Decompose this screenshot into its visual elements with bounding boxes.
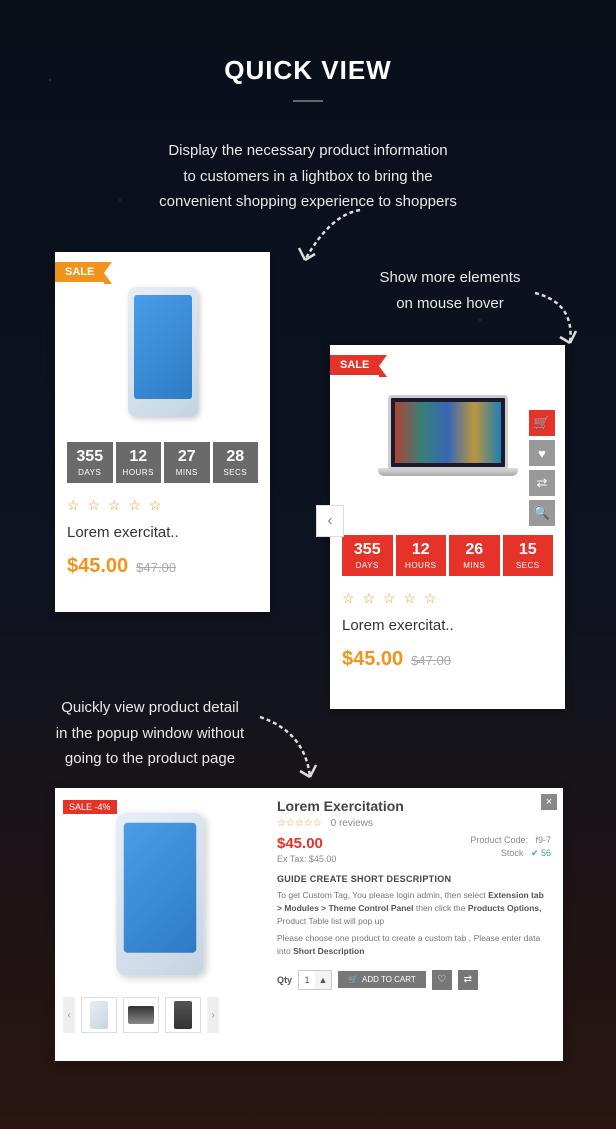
caption-popup: Quickly view product detail in the popup…: [35, 695, 265, 772]
prev-button[interactable]: ‹: [316, 505, 344, 537]
cart-icon[interactable]: 🛒: [529, 410, 555, 436]
wishlist-icon[interactable]: ♥: [529, 440, 555, 466]
sale-badge: SALE: [55, 262, 104, 282]
guide-text-2: Please choose one product to create a cu…: [277, 932, 551, 958]
compare-icon[interactable]: ⇄: [529, 470, 555, 496]
product-image[interactable]: [67, 272, 258, 432]
guide-heading: GUIDE CREATE SHORT DESCRIPTION: [277, 874, 551, 884]
countdown-timer: 355DAYS 12HOURS 26MINS 15SECS: [342, 535, 553, 576]
wishlist-icon[interactable]: ♡: [432, 970, 452, 990]
product-card-2: SALE ‹ 🛒 ♥ ⇄ 🔍 355DAYS 12HOURS 26MINS 15…: [330, 345, 565, 709]
product-meta: Product Code: f9-7 Stock ✔ 56: [470, 835, 551, 862]
thumbnail[interactable]: [165, 997, 201, 1033]
compare-icon[interactable]: ⇄: [458, 970, 478, 990]
sale-badge: SALE -4%: [63, 800, 117, 814]
quickview-icon[interactable]: 🔍: [529, 500, 555, 526]
countdown-timer: 355DAYS 12HOURS 27MINS 28SECS: [67, 442, 258, 483]
thumbnail[interactable]: [123, 997, 159, 1033]
price: $45.00$47.00: [342, 648, 553, 671]
ex-tax: Ex Tax: $45.00: [277, 854, 336, 864]
hover-actions: 🛒 ♥ ⇄ 🔍: [529, 410, 555, 526]
thumbnail-row: ‹ ›: [63, 997, 257, 1033]
qty-label: Qty: [277, 975, 292, 985]
rating-stars: ☆ ☆ ☆ ☆ ☆: [67, 497, 258, 514]
thumbnail[interactable]: [81, 997, 117, 1033]
popup-title: Lorem Exercitation: [277, 798, 551, 814]
product-image[interactable]: [342, 365, 553, 525]
qty-stepper[interactable]: 1▲: [298, 970, 332, 990]
rating-stars: ☆ ☆ ☆ ☆ ☆: [342, 590, 553, 607]
product-card-1: SALE 355DAYS 12HOURS 27MINS 28SECS ☆ ☆ ☆…: [55, 252, 270, 612]
guide-text: To get Custom Tag, You please login admi…: [277, 889, 551, 927]
close-icon[interactable]: ×: [541, 794, 557, 810]
popup-image[interactable]: SALE -4%: [63, 796, 257, 991]
thumb-next[interactable]: ›: [207, 997, 219, 1033]
reviews-count[interactable]: 0 reviews: [331, 818, 373, 829]
quickview-popup: SALE -4% ‹ › × Lorem Exercitation ☆☆☆☆☆ …: [55, 788, 563, 1061]
add-to-cart-button[interactable]: 🛒 ADD TO CART: [338, 971, 426, 988]
price: $45.00$47.00: [67, 555, 258, 578]
sale-badge: SALE: [330, 355, 379, 375]
caption-hover: Show more elements on mouse hover: [360, 265, 540, 316]
product-name[interactable]: Lorem exercitat..: [342, 617, 553, 634]
product-name[interactable]: Lorem exercitat..: [67, 524, 258, 541]
popup-price: $45.00: [277, 835, 336, 852]
thumb-prev[interactable]: ‹: [63, 997, 75, 1033]
